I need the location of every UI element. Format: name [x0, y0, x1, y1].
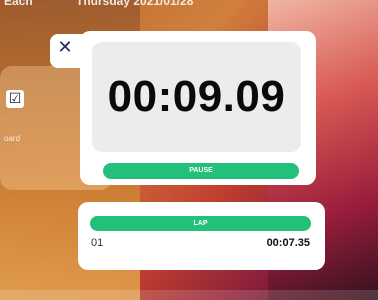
timer-value: 00:09.09 — [107, 72, 286, 121]
close-icon[interactable]: ✕ — [55, 38, 75, 58]
pause-button[interactable]: PAUSE — [103, 163, 299, 179]
header-datetime: Thursday 2021/01/28 — [76, 0, 194, 8]
lap-index: 01 — [91, 237, 104, 249]
header-left-text: Each — [4, 0, 33, 8]
background-card-label: oard — [4, 134, 21, 143]
checkbox-icon: ☑ — [6, 90, 24, 108]
lap-button[interactable]: LAP — [90, 216, 311, 231]
lap-time: 00:07.35 — [266, 237, 310, 249]
timer-display: 00:09.09 — [92, 42, 301, 152]
bottom-bar — [0, 290, 378, 300]
lap-panel — [78, 202, 325, 270]
